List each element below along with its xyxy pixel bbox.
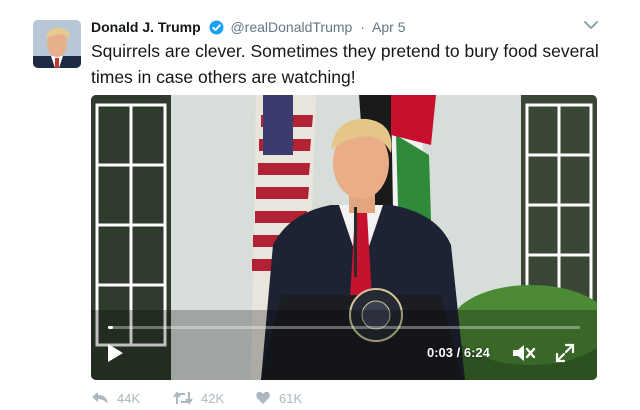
tweet-date[interactable]: Apr 5 <box>372 19 405 35</box>
avatar-portrait-image <box>33 20 81 68</box>
video-duration: 6:24 <box>463 345 490 360</box>
header-separator: · <box>360 19 365 35</box>
retweet-icon <box>173 391 193 405</box>
tweet-header: Donald J. Trump @realDonaldTrump · Apr 5 <box>91 17 405 37</box>
retweet-button[interactable]: 42K <box>173 390 224 406</box>
more-options-chevron-down-icon[interactable] <box>583 17 599 33</box>
retweet-count: 42K <box>201 391 225 406</box>
like-button[interactable]: 61K <box>255 390 302 406</box>
reply-button[interactable]: 44K <box>91 390 140 406</box>
like-count: 61K <box>279 391 303 406</box>
play-icon[interactable] <box>105 342 125 364</box>
avatar[interactable] <box>33 20 81 68</box>
video-progress-fill <box>108 326 113 329</box>
video-frame-image <box>91 95 597 380</box>
video-scrubber[interactable] <box>108 326 580 329</box>
author-name[interactable]: Donald J. Trump <box>91 19 201 35</box>
video-current-time: 0:03 <box>427 345 454 360</box>
volume-muted-icon[interactable] <box>511 342 537 364</box>
heart-icon <box>256 391 270 404</box>
fullscreen-icon[interactable] <box>555 343 575 363</box>
reply-icon <box>92 392 108 404</box>
tweet-text: Squirrels are clever. Sometimes they pre… <box>91 41 599 87</box>
author-handle[interactable]: @realDonaldTrump <box>230 19 352 35</box>
video-time: 0:03 / 6:24 <box>427 345 490 361</box>
video-time-separator: / <box>453 345 464 360</box>
verified-badge-icon <box>209 20 224 40</box>
reply-count: 44K <box>117 391 141 406</box>
video-player[interactable]: 0:03 / 6:24 <box>91 95 597 380</box>
tweet: Donald J. Trump @realDonaldTrump · Apr 5… <box>0 0 640 406</box>
